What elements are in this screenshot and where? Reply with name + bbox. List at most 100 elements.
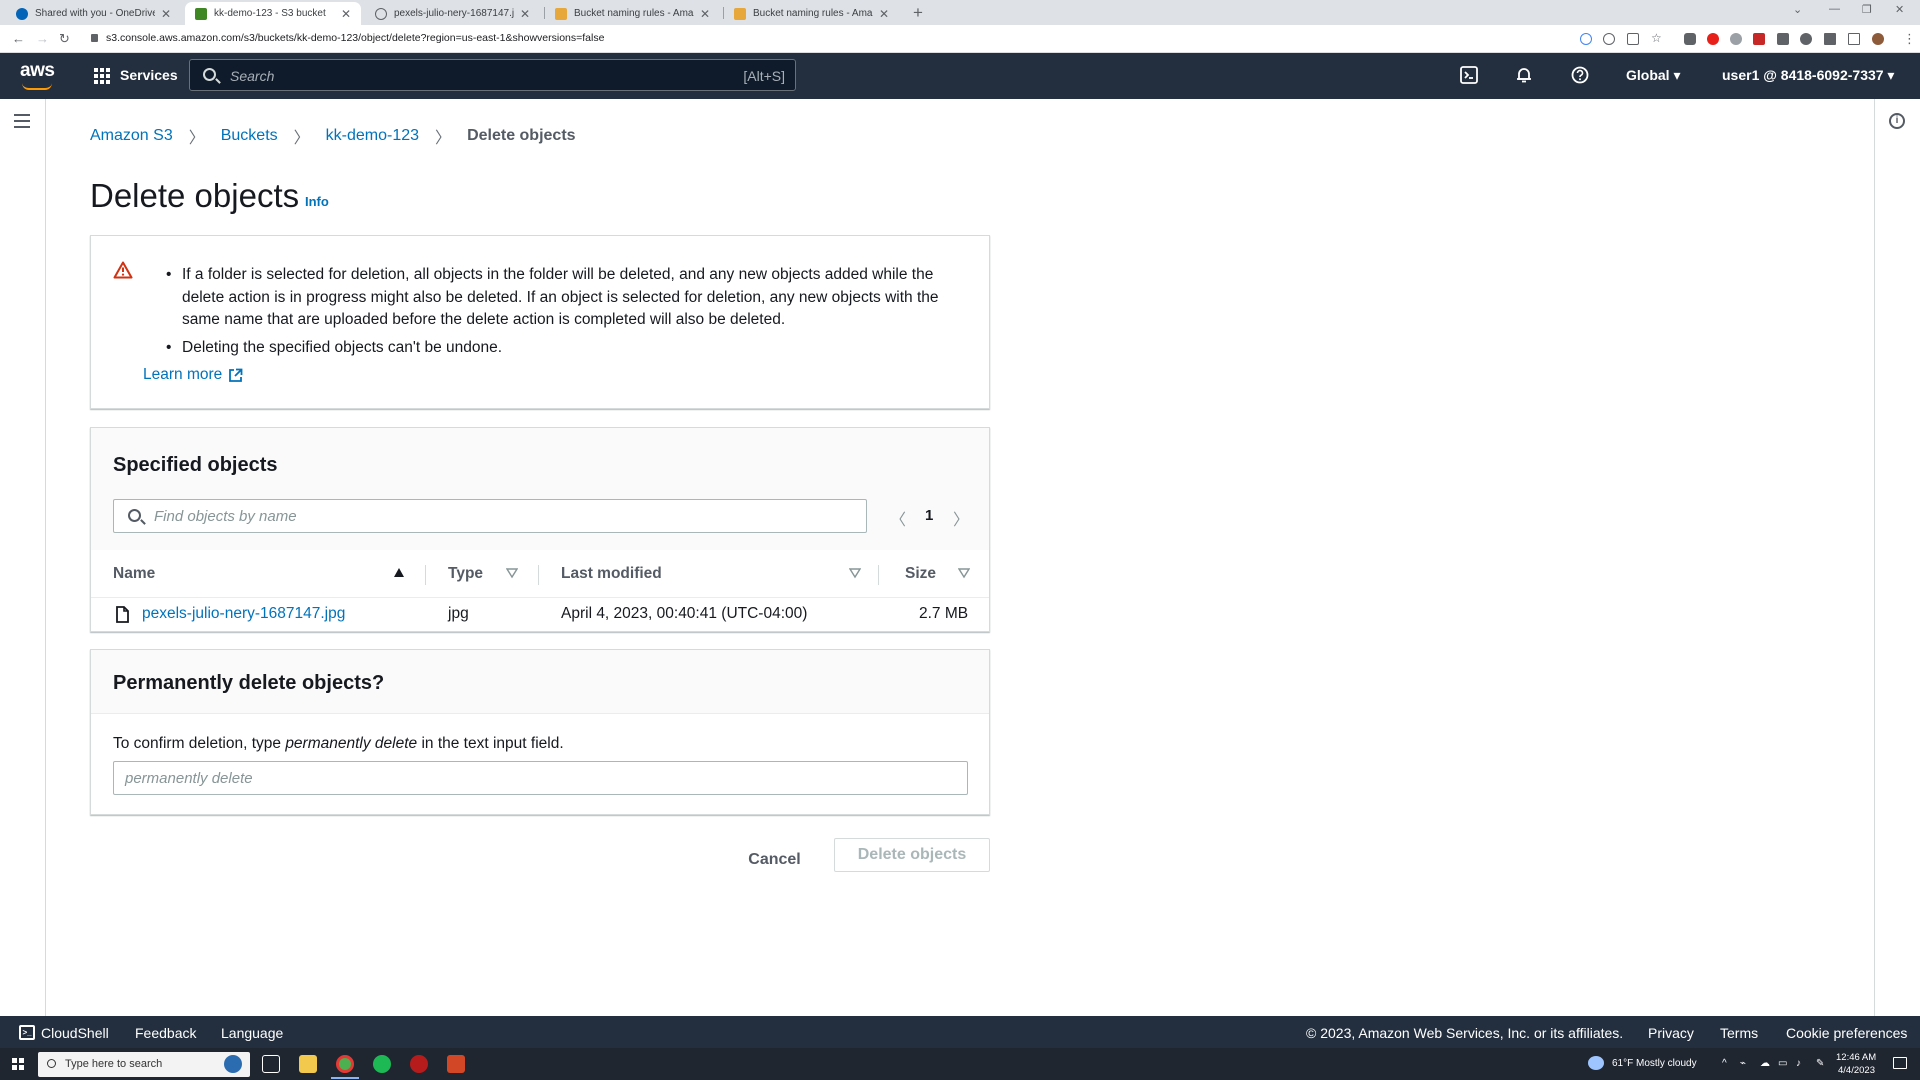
sort-icon[interactable] [849, 567, 861, 579]
bookmark-star-icon[interactable]: ☆ [1651, 32, 1663, 45]
cortana-icon[interactable] [224, 1055, 242, 1073]
task-view-icon[interactable] [262, 1055, 280, 1073]
next-page-icon[interactable]: 〉 [953, 506, 969, 530]
tab-search-icon[interactable]: ⌄ [1793, 3, 1802, 16]
weather-icon[interactable] [1588, 1056, 1604, 1070]
footer-cookie-preferences[interactable]: Cookie preferences [1786, 1025, 1907, 1041]
browser-tab-bucket-naming-1[interactable]: Bucket naming rules - Amazon S ✕ [545, 2, 720, 25]
menu-hamburger-icon[interactable] [14, 114, 30, 132]
clock-date[interactable]: 4/4/2023 [1838, 1065, 1875, 1076]
sort-icon[interactable] [958, 567, 970, 579]
browser-tab-bucket-naming-2[interactable]: Bucket naming rules - Amazon S ✕ [724, 2, 899, 25]
chevron-right-icon: 〉 [293, 130, 310, 147]
extension-icon[interactable] [1777, 33, 1789, 45]
column-header-name[interactable]: Name [113, 565, 155, 583]
footer-feedback[interactable]: Feedback [135, 1025, 196, 1041]
cloudshell-icon[interactable]: >_ [19, 1025, 35, 1040]
file-icon [116, 606, 129, 623]
breadcrumb-bucket[interactable]: kk-demo-123 [326, 127, 419, 145]
reload-icon[interactable]: ↻ [59, 31, 70, 47]
volume-icon[interactable]: ♪ [1796, 1058, 1801, 1069]
share-icon[interactable] [1627, 33, 1639, 45]
battery-icon[interactable]: ▭ [1778, 1058, 1787, 1069]
browser-tab-onedrive[interactable]: Shared with you - OneDrive ✕ [6, 2, 181, 25]
help-icon[interactable] [1570, 66, 1590, 86]
sort-ascending-icon[interactable] [393, 567, 405, 579]
screen-recorder-icon[interactable] [410, 1055, 428, 1073]
footer-privacy[interactable]: Privacy [1648, 1025, 1694, 1041]
close-tab-icon[interactable]: ✕ [700, 7, 710, 21]
extension-icon[interactable] [1753, 33, 1765, 45]
sort-icon[interactable] [506, 567, 518, 579]
learn-more-link[interactable]: Learn more [143, 366, 243, 384]
region-selector[interactable]: Global ▾ [1626, 67, 1680, 84]
file-explorer-icon[interactable] [299, 1055, 317, 1073]
info-panel-icon[interactable]: i [1889, 113, 1905, 129]
cancel-button[interactable]: Cancel [730, 843, 819, 877]
account-menu[interactable]: user1 @ 8418-6092-7337 ▾ [1722, 67, 1894, 84]
powerpoint-icon[interactable] [447, 1055, 465, 1073]
windows-start-icon[interactable] [12, 1058, 24, 1070]
services-menu[interactable]: Services [120, 67, 178, 83]
opera-extension-icon[interactable] [1707, 33, 1719, 45]
specified-objects-heading: Specified objects [113, 454, 278, 476]
forward-icon[interactable]: → [36, 31, 49, 46]
column-header-type[interactable]: Type [448, 565, 483, 583]
previous-page-icon[interactable]: 〈 [890, 506, 906, 530]
footer-cloudshell[interactable]: CloudShell [41, 1025, 109, 1041]
footer-language[interactable]: Language [221, 1025, 283, 1041]
pen-icon[interactable]: ✎ [1816, 1058, 1824, 1069]
reading-list-icon[interactable] [1824, 33, 1836, 45]
extension-icon[interactable] [1684, 33, 1696, 45]
instruction-text: in the text input field. [417, 735, 564, 752]
find-objects-input[interactable]: Find objects by name [113, 499, 867, 533]
clock-time[interactable]: 12:46 AM [1836, 1052, 1876, 1063]
puzzle-icon[interactable] [1800, 33, 1812, 45]
google-icon[interactable] [1580, 33, 1592, 45]
object-name-link[interactable]: pexels-julio-nery-1687147.jpg [142, 605, 345, 623]
page-number[interactable]: 1 [925, 507, 933, 524]
object-last-modified: April 4, 2023, 00:40:41 (UTC-04:00) [561, 605, 808, 622]
profile-avatar[interactable] [1872, 33, 1884, 45]
delete-objects-button[interactable]: Delete objects [834, 838, 990, 872]
close-window-icon[interactable]: ✕ [1895, 3, 1904, 16]
side-panel-icon[interactable] [1848, 33, 1860, 45]
aws-search-input[interactable]: Search [Alt+S] [189, 59, 796, 91]
column-header-size[interactable]: Size [905, 565, 936, 583]
spotify-icon[interactable] [373, 1055, 391, 1073]
browser-tab-s3-bucket[interactable]: kk-demo-123 - S3 bucket ✕ [185, 2, 361, 25]
breadcrumb-buckets[interactable]: Buckets [221, 127, 278, 145]
chrome-icon[interactable] [336, 1055, 354, 1073]
notification-center-icon[interactable] [1893, 1057, 1907, 1069]
close-tab-icon[interactable]: ✕ [879, 7, 889, 21]
browser-tab-image[interactable]: pexels-julio-nery-1687147.jpg (3 ✕ [365, 2, 540, 25]
extension-icon[interactable] [1730, 33, 1742, 45]
objects-table: Name Type Last modified Size pexels-juli… [91, 550, 989, 631]
taskbar-search-input[interactable]: Type here to search [38, 1052, 250, 1077]
close-tab-icon[interactable]: ✕ [341, 7, 351, 21]
network-icon[interactable]: ⌁ [1740, 1058, 1746, 1069]
aws-logo[interactable]: aws [20, 60, 55, 82]
cloudshell-icon[interactable] [1459, 66, 1479, 86]
footer-terms[interactable]: Terms [1720, 1025, 1758, 1041]
close-tab-icon[interactable]: ✕ [520, 7, 530, 21]
services-grid-icon[interactable] [94, 68, 110, 84]
restore-icon[interactable]: ❐ [1862, 3, 1872, 16]
delete-warning-alert: If a folder is selected for deletion, al… [90, 235, 990, 409]
notifications-bell-icon[interactable] [1514, 66, 1534, 86]
url-field[interactable]: s3.console.aws.amazon.com/s3/buckets/kk-… [106, 32, 604, 44]
browser-menu-icon[interactable]: ⋮ [1903, 31, 1916, 47]
minimize-icon[interactable]: — [1829, 3, 1840, 15]
back-icon[interactable]: ← [12, 31, 25, 46]
new-tab-icon[interactable]: + [913, 3, 923, 23]
tray-overflow-icon[interactable]: ^ [1722, 1058, 1727, 1069]
zoom-icon[interactable] [1603, 33, 1615, 45]
breadcrumb-amazon-s3[interactable]: Amazon S3 [90, 127, 173, 145]
confirm-delete-input[interactable]: permanently delete [113, 761, 968, 795]
footer-copyright: © 2023, Amazon Web Services, Inc. or its… [1306, 1025, 1624, 1041]
onedrive-tray-icon[interactable]: ☁ [1760, 1058, 1770, 1069]
column-header-last-modified[interactable]: Last modified [561, 565, 662, 583]
close-tab-icon[interactable]: ✕ [161, 7, 171, 21]
weather-text[interactable]: 61°F Mostly cloudy [1612, 1058, 1697, 1069]
info-link[interactable]: Info [305, 194, 329, 209]
